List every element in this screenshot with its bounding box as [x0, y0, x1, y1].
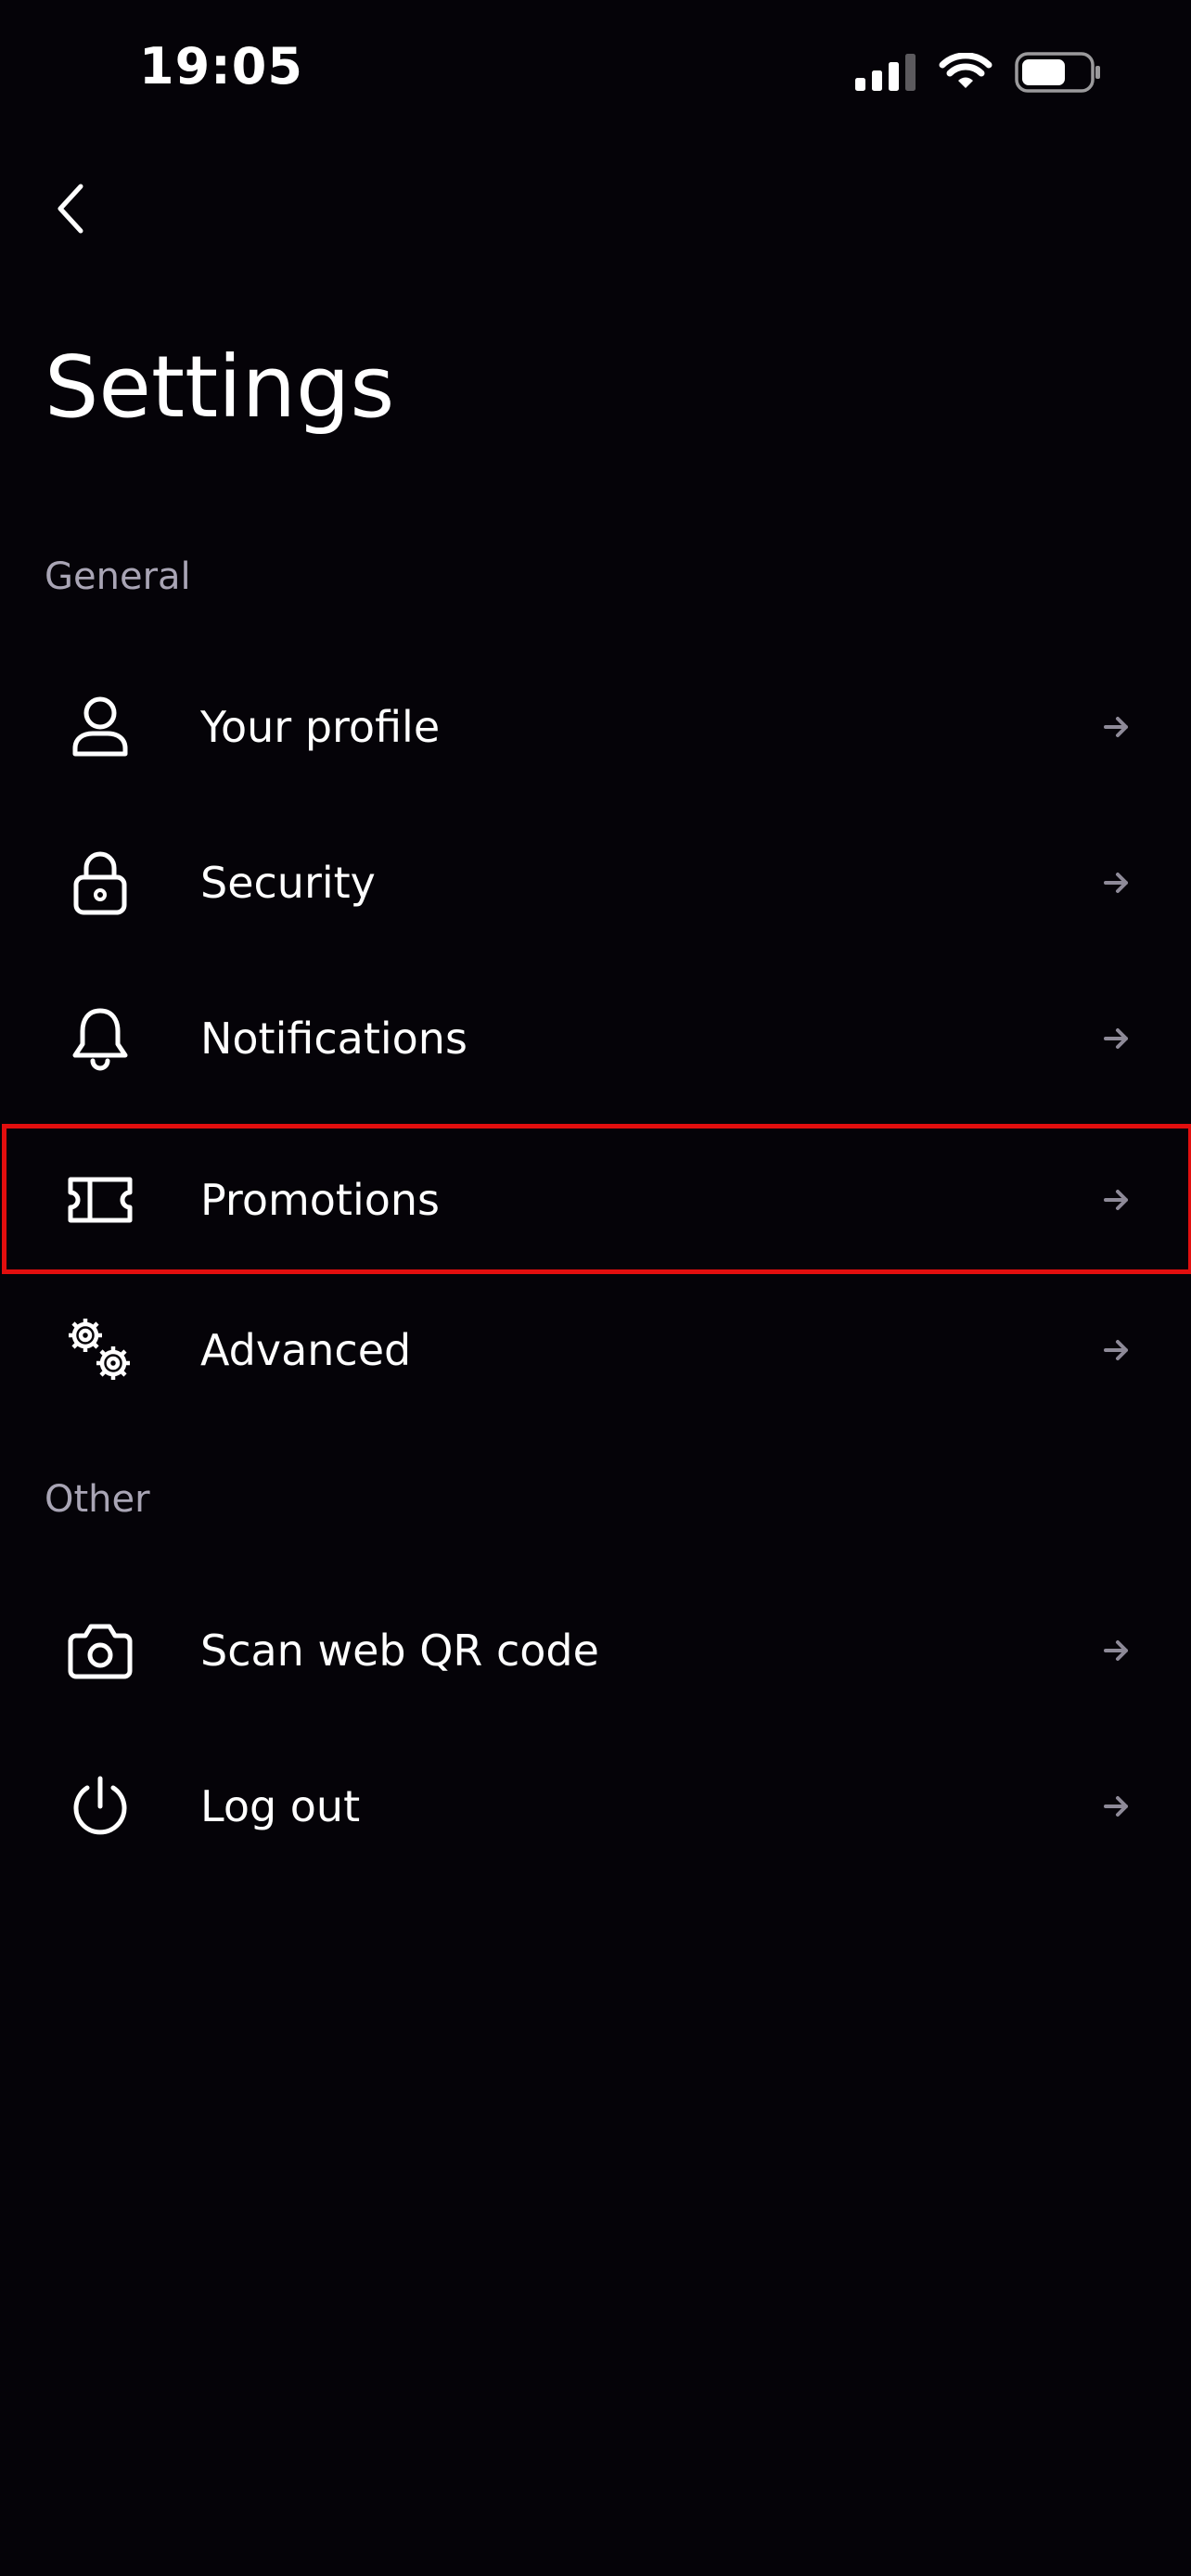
settings-item-security[interactable]: Security [0, 805, 1191, 961]
settings-item-your-profile[interactable]: Your profile [0, 649, 1191, 805]
settings-item-label: Scan web QR code [200, 1626, 599, 1676]
power-icon [61, 1767, 139, 1845]
ticket-icon [61, 1161, 139, 1239]
settings-item-promotions[interactable]: Promotions [0, 1122, 1191, 1278]
camera-icon [61, 1612, 139, 1690]
settings-item-advanced[interactable]: Advanced [0, 1272, 1191, 1428]
settings-item-log-out[interactable]: Log out [0, 1728, 1191, 1884]
settings-item-label: Notifications [200, 1014, 467, 1064]
arrow-right-icon [1104, 1340, 1128, 1360]
bell-icon [61, 1000, 139, 1078]
chevron-left-icon [58, 184, 83, 234]
back-button[interactable] [37, 167, 102, 250]
arrow-right-icon [1104, 873, 1128, 893]
settings-item-label: Security [200, 858, 376, 908]
settings-item-label: Log out [200, 1781, 361, 1831]
arrow-right-icon [1104, 1640, 1128, 1661]
settings-item-label: Promotions [200, 1175, 441, 1225]
cellular-signal-icon [855, 54, 916, 91]
settings-item-scan-web-qr-code[interactable]: Scan web QR code [0, 1573, 1191, 1728]
arrow-right-icon [1104, 1796, 1128, 1817]
user-icon [61, 688, 139, 766]
section-label-other: Other [45, 1478, 150, 1521]
page-title: Settings [45, 338, 395, 437]
gears-icon [61, 1311, 139, 1389]
arrow-right-icon [1104, 717, 1128, 737]
section-label-general: General [45, 555, 191, 598]
status-bar: 19:05 [0, 0, 1191, 139]
status-icons [855, 50, 1102, 95]
settings-item-label: Advanced [200, 1325, 412, 1375]
arrow-right-icon [1104, 1190, 1128, 1210]
arrow-right-icon [1104, 1028, 1128, 1049]
wifi-icon [939, 53, 992, 88]
lock-icon [61, 844, 139, 922]
battery-icon [1015, 52, 1100, 93]
status-time: 19:05 [139, 37, 303, 96]
settings-item-notifications[interactable]: Notifications [0, 961, 1191, 1116]
settings-item-label: Your profile [200, 702, 441, 752]
